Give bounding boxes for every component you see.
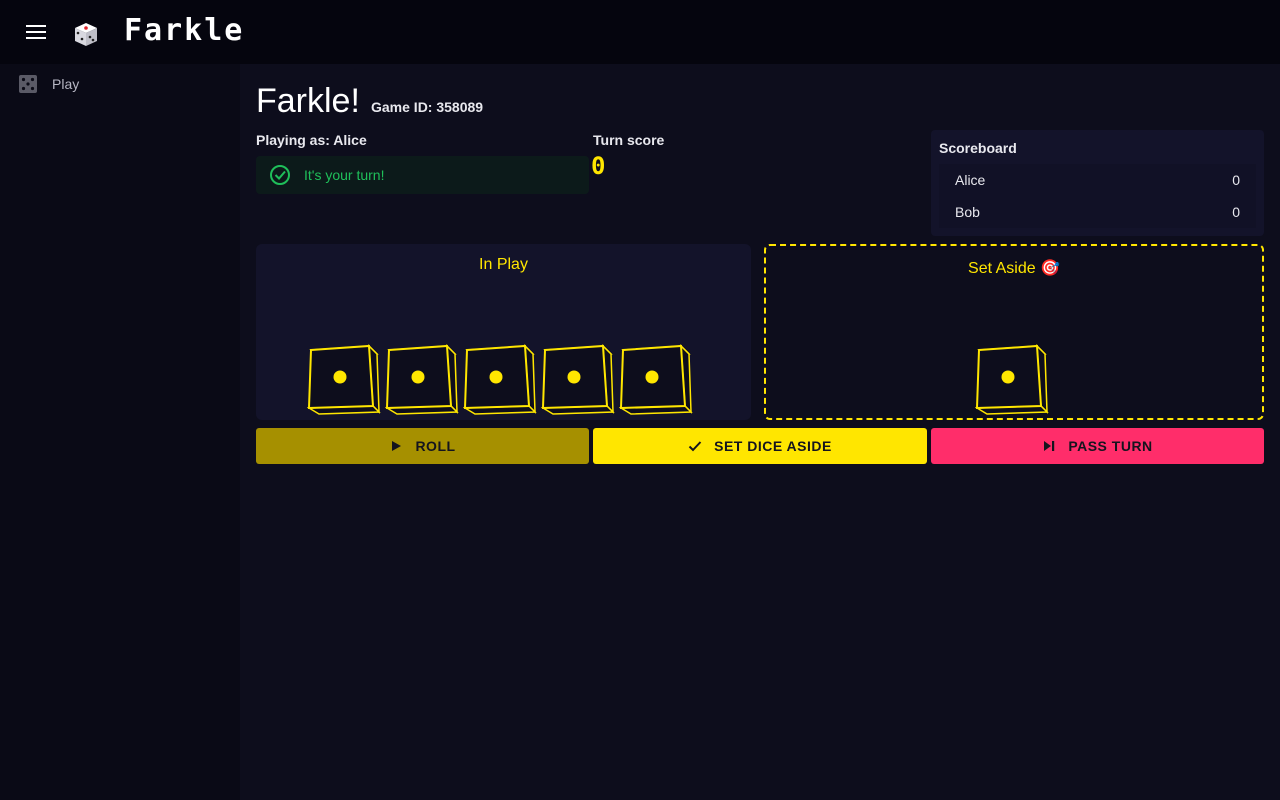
turn-score-value: 0 [591,152,606,180]
turn-status-alert: It's your turn! [256,156,589,194]
scoreboard-row: Alice 0 [939,164,1256,196]
die-one-icon[interactable] [619,342,693,416]
page-title: Farkle! [256,82,360,120]
in-play-zone: In Play [256,244,751,420]
roll-button[interactable]: ROLL [256,428,589,464]
set-dice-aside-button[interactable]: SET DICE ASIDE [593,428,927,464]
sidebar-item-label: Play [52,76,80,92]
roll-button-label: ROLL [415,438,456,454]
die-one-icon[interactable] [975,342,1049,416]
game-id: Game ID: 358089 [371,99,484,115]
playing-as: Playing as: Alice [256,132,367,148]
set-dice-aside-label: SET DICE ASIDE [714,438,832,454]
die-one-icon[interactable] [541,342,615,416]
set-aside-zone[interactable]: Set Aside 🎯 [764,244,1264,420]
die-one-icon[interactable] [385,342,459,416]
pass-turn-button[interactable]: PASS TURN [931,428,1264,464]
die-icon [75,23,97,46]
set-aside-title: Set Aside 🎯 [968,260,1060,277]
dice-icon [19,75,37,93]
pass-turn-label: PASS TURN [1068,438,1153,454]
turn-score-label: Turn score [593,132,665,148]
check-icon [688,441,702,452]
play-icon [392,441,402,451]
skip-next-icon [1044,441,1055,451]
main-content: Farkle! Game ID: 358089 Playing as: Alic… [240,64,1280,800]
scoreboard-list: Alice 0 Bob 0 [939,164,1256,228]
scoreboard-row: Bob 0 [939,196,1256,228]
hamburger-menu-icon[interactable] [20,20,52,44]
scoreboard: Scoreboard Alice 0 Bob 0 [931,130,1264,236]
playing-as-prefix: Playing as: [256,132,334,148]
die-one-icon[interactable] [307,342,381,416]
player-name: Alice [955,172,986,188]
turn-status-text: It's your turn! [304,167,385,183]
die-one-icon[interactable] [463,342,537,416]
sidebar: Play [0,64,240,800]
app-bar: Farkle [0,0,1280,64]
player-name: Bob [955,204,980,220]
check-circle-icon [270,165,290,185]
app-title: Farkle [124,13,245,48]
player-score: 0 [1232,204,1240,220]
player-score: 0 [1232,172,1240,188]
scoreboard-title: Scoreboard [939,140,1017,156]
in-play-title: In Play [479,256,528,273]
player-name: Alice [333,132,367,148]
sidebar-item-play[interactable]: Play [0,64,240,104]
